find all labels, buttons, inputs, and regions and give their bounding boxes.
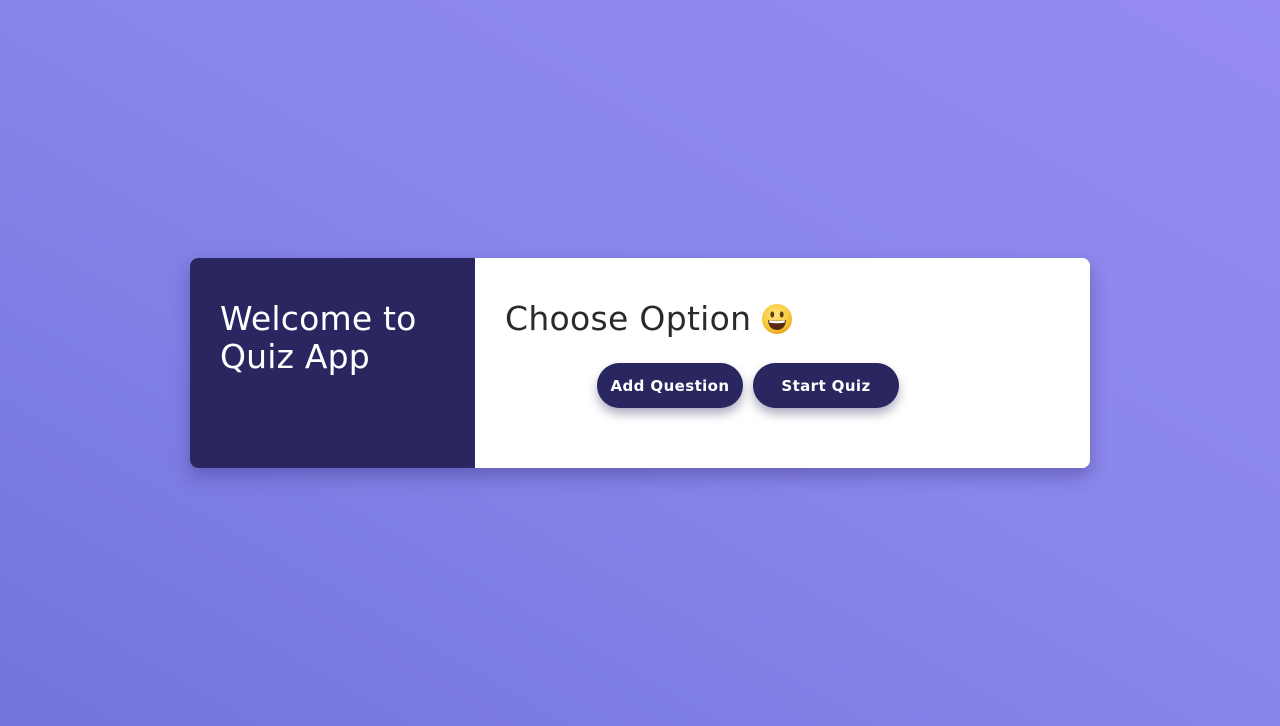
choose-option-title: Choose Option: [505, 299, 752, 338]
choose-option-row: Choose Option: [505, 300, 1060, 338]
start-quiz-button[interactable]: Start Quiz: [753, 363, 899, 408]
welcome-heading: Welcome to Quiz App: [220, 300, 445, 376]
add-question-button[interactable]: Add Question: [597, 363, 743, 408]
welcome-line-1: Welcome to: [220, 299, 417, 338]
option-buttons: Add Question Start Quiz: [597, 363, 899, 408]
smiling-face-icon: [761, 303, 793, 335]
quiz-card: Welcome to Quiz App Choose Option Add Qu…: [190, 258, 1090, 468]
welcome-line-2: Quiz App: [220, 337, 370, 376]
welcome-panel: Welcome to Quiz App: [190, 258, 475, 468]
